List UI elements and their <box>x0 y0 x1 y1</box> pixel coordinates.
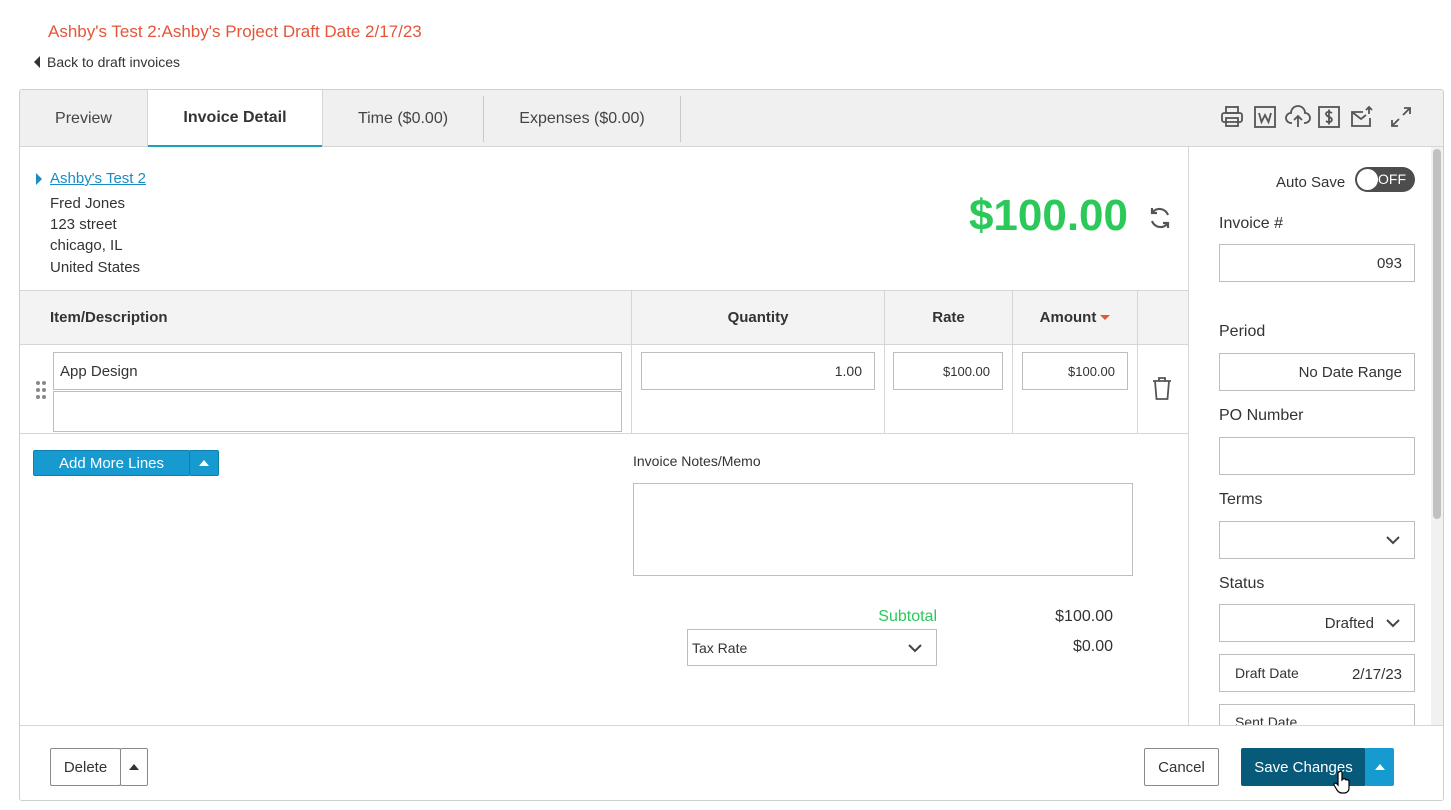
page-title: Ashby's Test 2:Ashby's Project Draft Dat… <box>48 22 422 41</box>
rate-input[interactable]: $100.00 <box>893 352 1003 390</box>
upload-icon[interactable] <box>1285 104 1311 130</box>
status-value: Drafted <box>1324 614 1374 632</box>
drag-handle-icon[interactable] <box>35 380 47 400</box>
delete-dropdown-button[interactable] <box>120 748 148 786</box>
client-name-link[interactable]: Ashby's Test 2 <box>50 170 146 187</box>
send-icon[interactable] <box>1349 104 1375 130</box>
toggle-knob <box>1357 169 1378 190</box>
sent-date-field[interactable]: Sent Date <box>1219 704 1415 725</box>
tab-invoice-detail[interactable]: Invoice Detail <box>147 90 323 147</box>
terms-select[interactable] <box>1219 521 1415 559</box>
chevron-down-icon <box>1386 619 1400 628</box>
invoice-number-label: Invoice # <box>1219 215 1284 232</box>
trash-icon[interactable] <box>1151 375 1173 401</box>
draft-date-value: 2/17/23 <box>1351 666 1402 683</box>
notes-textarea[interactable] <box>633 483 1133 576</box>
word-export-icon[interactable] <box>1252 104 1278 130</box>
save-dropdown-button[interactable] <box>1365 748 1394 786</box>
tab-expenses[interactable]: Expenses ($0.00) <box>484 90 680 147</box>
scrollbar-thumb[interactable] <box>1433 149 1441 519</box>
sort-desc-icon <box>1100 315 1111 320</box>
terms-label: Terms <box>1219 491 1263 508</box>
subtotal-label: Subtotal <box>878 608 937 625</box>
period-input[interactable]: No Date Range <box>1219 353 1415 391</box>
sidebar-scrollbar[interactable] <box>1431 147 1443 725</box>
back-link-label: Back to draft invoices <box>47 54 181 70</box>
period-label: Period <box>1219 323 1266 340</box>
invoice-panel: Preview Invoice Detail Time ($0.00) Expe… <box>19 89 1444 801</box>
chevron-down-icon <box>1386 536 1400 545</box>
po-number-input[interactable] <box>1219 437 1415 475</box>
invoice-total: $100.00 <box>968 191 1128 240</box>
client-city: chicago, IL <box>50 237 123 254</box>
refresh-icon[interactable] <box>1146 204 1174 232</box>
quantity-header: Quantity <box>727 309 789 326</box>
amount-header: Amount <box>1039 309 1097 326</box>
back-arrow-icon <box>34 56 40 68</box>
item-name-input[interactable]: App Design <box>53 352 622 390</box>
invoice-detail-main: Ashby's Test 2 Fred Jones 123 street chi… <box>20 147 1188 725</box>
draft-date-label: Draft Date <box>1235 665 1299 681</box>
autosave-label: Auto Save <box>1276 174 1346 191</box>
amount-header-wrap[interactable]: Amount <box>1013 291 1137 344</box>
item-description-header: Item/Description <box>50 309 168 326</box>
client-contact: Fred Jones <box>50 195 126 212</box>
payment-icon[interactable] <box>1316 104 1342 130</box>
tab-divider <box>680 96 681 142</box>
chevron-down-icon <box>908 644 922 653</box>
caret-up-icon <box>1374 764 1385 770</box>
hand-cursor-icon <box>1333 770 1350 794</box>
table-row: App Design 1.00 $100.00 $100.00 <box>20 345 1188 434</box>
toggle-state: OFF <box>1378 171 1406 187</box>
client-link[interactable]: Ashby's Test 2 <box>36 170 146 187</box>
client-street: 123 street <box>50 216 117 233</box>
back-to-draft-invoices-link[interactable]: Back to draft invoices <box>34 54 180 70</box>
po-number-label: PO Number <box>1219 407 1304 424</box>
caret-up-icon <box>199 460 209 466</box>
add-lines-dropdown-button[interactable] <box>189 450 219 476</box>
notes-label: Invoice Notes/Memo <box>633 453 761 469</box>
tab-bar: Preview Invoice Detail Time ($0.00) Expe… <box>20 90 1443 147</box>
item-description-input[interactable] <box>53 391 622 432</box>
tab-time[interactable]: Time ($0.00) <box>323 90 483 147</box>
client-country: United States <box>50 259 141 276</box>
sent-date-label: Sent Date <box>1235 714 1298 725</box>
tax-rate-select[interactable]: Tax Rate <box>687 629 937 666</box>
rate-header: Rate <box>932 309 965 326</box>
expand-icon[interactable] <box>1388 104 1414 130</box>
quantity-input[interactable]: 1.00 <box>641 352 875 390</box>
tab-preview[interactable]: Preview <box>20 90 147 147</box>
caret-up-icon <box>129 764 139 770</box>
add-more-lines-button[interactable]: Add More Lines <box>33 450 190 476</box>
subtotal-value: $100.00 <box>1055 608 1113 625</box>
cancel-button[interactable]: Cancel <box>1144 748 1219 786</box>
delete-button[interactable]: Delete <box>50 748 121 786</box>
amount-input[interactable]: $100.00 <box>1022 352 1128 390</box>
autosave-toggle[interactable]: OFF <box>1355 167 1415 192</box>
print-icon[interactable] <box>1219 104 1245 130</box>
tax-rate-placeholder: Tax Rate <box>692 639 748 656</box>
draft-date-field[interactable]: Draft Date 2/17/23 <box>1219 654 1415 692</box>
expand-arrow-icon <box>36 172 42 185</box>
invoice-number-input[interactable]: 093 <box>1219 244 1415 282</box>
footer-bar: Delete Cancel Save Changes <box>20 725 1443 800</box>
tax-value: $0.00 <box>1072 638 1113 655</box>
invoice-sidebar: Auto Save OFF Invoice # 093 Period No Da… <box>1188 147 1443 725</box>
status-label: Status <box>1219 575 1265 592</box>
status-select[interactable]: Drafted <box>1219 604 1415 642</box>
